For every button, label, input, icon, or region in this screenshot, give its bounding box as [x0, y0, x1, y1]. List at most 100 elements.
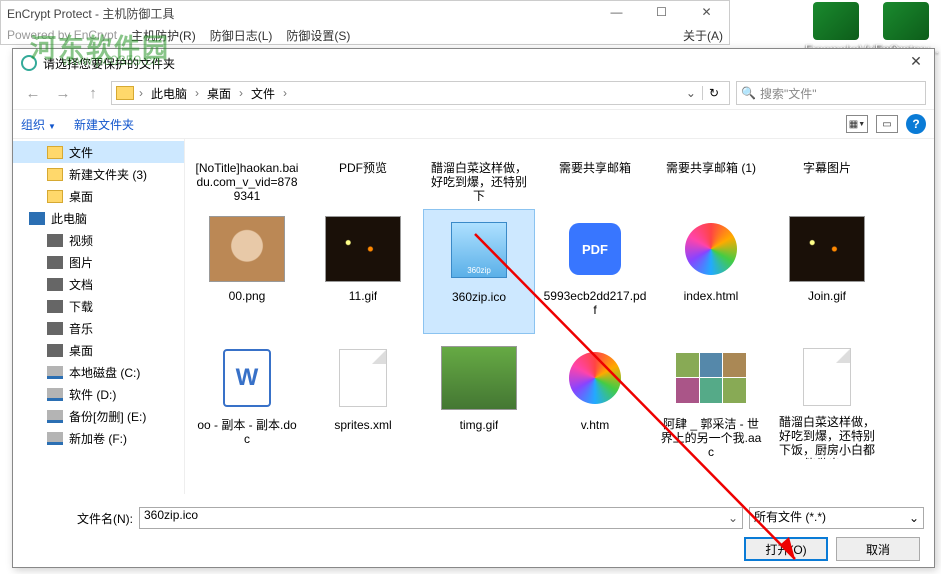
file-item[interactable]: 醋溜白菜这样做，好吃到爆，还特别下饭，厨房小白都能做出...: [771, 338, 883, 463]
file-list[interactable]: [NoTitle]haokan.baidu.com_v_vid=8789341P…: [185, 139, 934, 494]
file-thumb: W: [207, 342, 287, 414]
dialog-title: 请选择您要保护的文件夹: [43, 55, 175, 72]
media-icon: [47, 322, 63, 335]
file-item[interactable]: 需要共享邮箱 (1): [655, 147, 767, 205]
file-item[interactable]: 需要共享邮箱: [539, 147, 651, 205]
file-item[interactable]: sprites.xml: [307, 338, 419, 463]
tree-item[interactable]: 桌面: [13, 185, 184, 207]
search-icon: 🔍: [741, 86, 756, 100]
drive-icon: [47, 432, 63, 445]
file-name: 00.png: [229, 289, 266, 303]
file-dialog: 请选择您要保护的文件夹 ✕ ← → ↑ › 此电脑 › 桌面 › 文件 › ⌄ …: [12, 48, 935, 568]
filetype-select[interactable]: 所有文件 (*.*)⌄: [749, 507, 924, 529]
newfolder-button[interactable]: 新建文件夹: [74, 116, 134, 133]
drive-icon: [47, 410, 63, 423]
file-name: index.html: [684, 289, 739, 303]
tree-item[interactable]: 本地磁盘 (C:): [13, 361, 184, 383]
file-name: 11.gif: [349, 289, 377, 303]
filename-input[interactable]: 360zip.ico⌄: [139, 507, 743, 529]
chevron-right-icon: ›: [136, 86, 146, 100]
file-thumb: [555, 342, 635, 414]
media-icon: [47, 256, 63, 269]
tree-item[interactable]: 文档: [13, 273, 184, 295]
open-button[interactable]: 打开(O): [744, 537, 828, 561]
menu-about[interactable]: 关于(A): [683, 27, 723, 44]
shield-icon: [21, 55, 37, 71]
bc-folder[interactable]: 文件: [248, 83, 278, 104]
close-icon[interactable]: ✕: [684, 1, 729, 23]
tree-item[interactable]: 视频: [13, 229, 184, 251]
filename-label: 文件名(N):: [23, 510, 133, 527]
chevron-down-icon[interactable]: ⌄: [686, 86, 700, 100]
file-item[interactable]: 00.png: [191, 209, 303, 334]
up-button[interactable]: ↑: [81, 81, 105, 105]
file-name: timg.gif: [460, 418, 499, 432]
media-icon: [47, 300, 63, 313]
file-thumb: [323, 342, 403, 414]
tree-item[interactable]: 桌面: [13, 339, 184, 361]
file-item[interactable]: 醋溜白菜这样做，好吃到爆，还特别下: [423, 147, 535, 205]
file-item[interactable]: PDF5993ecb2dd217.pdf: [539, 209, 651, 334]
preview-icon[interactable]: ▭: [876, 115, 898, 133]
file-item[interactable]: Join.gif: [771, 209, 883, 334]
folder-icon: [47, 146, 63, 159]
bc-pc[interactable]: 此电脑: [148, 83, 190, 104]
file-name: Join.gif: [808, 289, 846, 303]
drive-icon: [47, 388, 63, 401]
bc-desktop[interactable]: 桌面: [204, 83, 234, 104]
file-item[interactable]: 阿肆 _ 郭采洁 - 世界上的另一个我.aac: [655, 338, 767, 463]
search-input[interactable]: 🔍 搜索"文件": [736, 81, 926, 105]
refresh-icon[interactable]: ↻: [702, 86, 725, 100]
folder-icon: [47, 190, 63, 203]
max-icon[interactable]: ☐: [639, 1, 684, 23]
pc-icon: [29, 212, 45, 225]
file-item[interactable]: [NoTitle]haokan.baidu.com_v_vid=8789341: [191, 147, 303, 205]
min-icon[interactable]: —: [594, 1, 639, 23]
back-button[interactable]: ←: [21, 81, 45, 105]
file-item[interactable]: 字幕图片: [771, 147, 883, 205]
media-icon: [47, 234, 63, 247]
file-thumb: [787, 213, 867, 285]
tree-item[interactable]: 音乐: [13, 317, 184, 339]
organize-button[interactable]: 组织▼: [21, 116, 56, 133]
file-item[interactable]: timg.gif: [423, 338, 535, 463]
file-thumb: PDF: [555, 213, 635, 285]
tree-item[interactable]: 文件: [13, 141, 184, 163]
view-icon[interactable]: ▦▼: [846, 115, 868, 133]
file-thumb: [439, 342, 519, 414]
tree-item[interactable]: 图片: [13, 251, 184, 273]
media-icon: [47, 344, 63, 357]
parent-title: EnCrypt Protect - 主机防御工具: [7, 5, 174, 22]
file-item[interactable]: index.html: [655, 209, 767, 334]
menu-log[interactable]: 防御日志(L): [210, 27, 273, 44]
file-name: oo - 副本 - 副本.doc: [195, 418, 299, 446]
tree-item[interactable]: 软件 (D:): [13, 383, 184, 405]
file-thumb: [207, 213, 287, 285]
tree-item[interactable]: 下载: [13, 295, 184, 317]
file-item[interactable]: Woo - 副本 - 副本.doc: [191, 338, 303, 463]
menu-host[interactable]: 主机防护(R): [131, 27, 196, 44]
help-icon[interactable]: ?: [906, 114, 926, 134]
file-item[interactable]: 11.gif: [307, 209, 419, 334]
tree-item[interactable]: 新加卷 (F:): [13, 427, 184, 449]
breadcrumb[interactable]: › 此电脑 › 桌面 › 文件 › ⌄ ↻: [111, 81, 730, 105]
folder-tree[interactable]: 文件新建文件夹 (3)桌面此电脑视频图片文档下载音乐桌面本地磁盘 (C:)软件 …: [13, 139, 185, 494]
tree-item[interactable]: 新建文件夹 (3): [13, 163, 184, 185]
file-name: 阿肆 _ 郭采洁 - 世界上的另一个我.aac: [659, 417, 763, 459]
folder-icon: [47, 168, 63, 181]
cancel-button[interactable]: 取消: [836, 537, 920, 561]
chevron-down-icon: ⌄: [909, 511, 919, 525]
drive-icon: [47, 366, 63, 379]
file-thumb: [671, 342, 751, 413]
tree-item[interactable]: 备份[勿删] (E:): [13, 405, 184, 427]
parent-menu: Powered by EnCrypt 主机防护(R) 防御日志(L) 防御设置(…: [1, 25, 729, 45]
parent-window: EnCrypt Protect - 主机防御工具 — ☐ ✕ Powered b…: [0, 0, 730, 45]
file-name: 醋溜白菜这样做，好吃到爆，还特别下饭，厨房小白都能做出...: [775, 415, 879, 459]
tree-item[interactable]: 此电脑: [13, 207, 184, 229]
file-thumb: [439, 214, 519, 286]
menu-settings[interactable]: 防御设置(S): [286, 27, 350, 44]
file-item[interactable]: v.htm: [539, 338, 651, 463]
file-item[interactable]: 360zip.ico: [423, 209, 535, 334]
close-icon[interactable]: ✕: [904, 53, 928, 73]
file-item[interactable]: PDF预览: [307, 147, 419, 205]
